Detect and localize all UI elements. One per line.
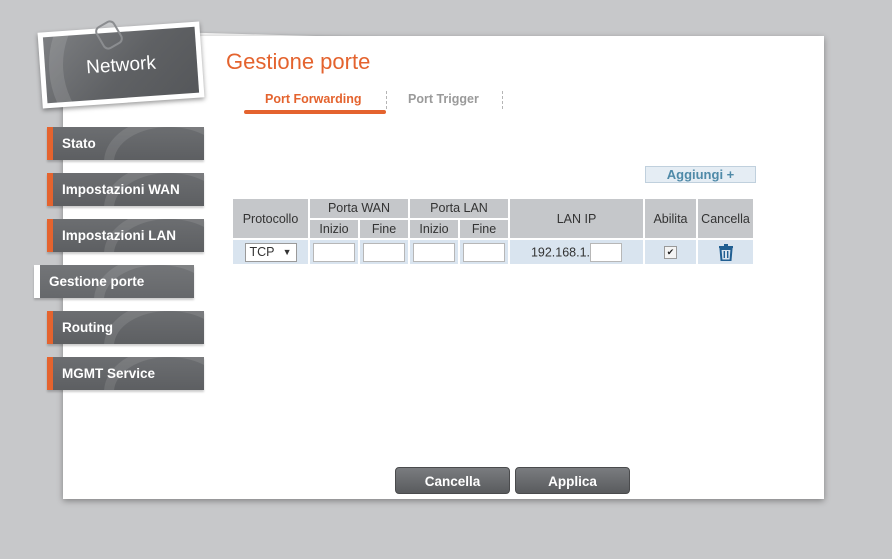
sidebar-item-label: Routing xyxy=(62,320,113,335)
protocol-select-value: TCP xyxy=(249,244,275,259)
header-lan-port: Porta LAN xyxy=(410,199,508,218)
checkmark-icon: ✔ xyxy=(666,247,675,258)
wan-end-input[interactable] xyxy=(363,242,405,262)
cancel-button[interactable]: Cancella xyxy=(395,467,510,494)
enable-checkbox[interactable]: ✔ xyxy=(664,246,677,260)
lan-end-input[interactable] xyxy=(463,242,505,262)
header-wan-end: Fine xyxy=(360,219,408,238)
tab-port-trigger[interactable]: Port Trigger xyxy=(408,92,479,106)
header-lan-start: Inizio xyxy=(410,219,458,238)
protocol-select[interactable]: TCP ▼ xyxy=(244,242,297,262)
add-rule-button[interactable]: Aggiungi + xyxy=(645,166,756,183)
tab-divider xyxy=(502,91,503,109)
sidebar-item-label: Gestione porte xyxy=(49,274,145,289)
header-wan-port: Porta WAN xyxy=(310,199,408,218)
trash-icon[interactable] xyxy=(698,243,753,261)
header-enable: Abilita xyxy=(645,199,696,238)
sidebar-item-impostazioni-lan[interactable]: Impostazioni LAN xyxy=(47,219,204,252)
page-title: Gestione porte xyxy=(226,49,371,74)
active-tab-indicator xyxy=(244,110,386,114)
sidebar-item-label: Stato xyxy=(62,136,96,151)
chevron-down-icon: ▼ xyxy=(282,246,292,257)
protocol-cell: TCP ▼ xyxy=(233,240,308,264)
header-lan-end: Fine xyxy=(460,219,508,238)
table-row: TCP ▼ 192.168.1. ✔ xyxy=(233,240,753,264)
sidebar-item-label: Impostazioni LAN xyxy=(62,228,176,243)
tab-port-forwarding[interactable]: Port Forwarding xyxy=(265,92,362,106)
header-wan-start: Inizio xyxy=(310,219,358,238)
wan-start-input[interactable] xyxy=(313,242,355,262)
sidebar-item-routing[interactable]: Routing xyxy=(47,311,204,344)
section-title: Network xyxy=(85,52,157,79)
ip-last-octet-input[interactable] xyxy=(590,242,623,262)
sidebar-item-gestione-porte[interactable]: Gestione porte xyxy=(34,265,194,298)
sidebar-item-impostazioni-wan[interactable]: Impostazioni WAN xyxy=(47,173,204,206)
lan-start-input[interactable] xyxy=(413,242,455,262)
port-forwarding-table: Protocollo Porta WAN Porta LAN LAN IP Ab… xyxy=(231,197,755,266)
sidebar-item-label: MGMT Service xyxy=(62,366,156,381)
header-protocol: Protocollo xyxy=(233,199,308,238)
tab-divider xyxy=(386,91,387,109)
lan-ip-cell: 192.168.1. xyxy=(510,240,643,264)
sidebar-item-stato[interactable]: Stato xyxy=(47,127,204,160)
sidebar-item-label: Impostazioni WAN xyxy=(62,182,180,197)
header-delete: Cancella xyxy=(698,199,753,238)
ip-prefix: 192.168.1. xyxy=(530,245,591,259)
apply-button[interactable]: Applica xyxy=(515,467,630,494)
sidebar-item-mgmt-service[interactable]: MGMT Service xyxy=(47,357,204,390)
header-lan-ip: LAN IP xyxy=(510,199,643,238)
